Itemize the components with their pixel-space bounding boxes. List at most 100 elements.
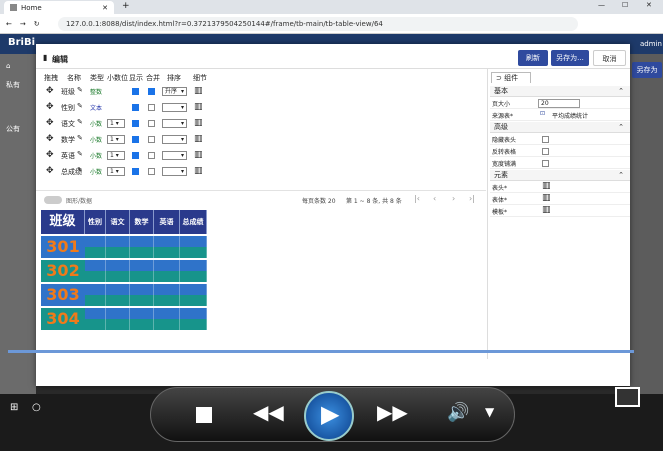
drag-handle-icon[interactable]: ✥ bbox=[46, 150, 54, 160]
drag-handle-icon[interactable]: ✥ bbox=[46, 118, 54, 128]
volume-icon[interactable]: 🔊 bbox=[447, 402, 469, 423]
merge-checkbox[interactable] bbox=[148, 168, 155, 175]
detail-icon[interactable]: ▥ bbox=[194, 166, 203, 176]
decimal-select[interactable]: 1 ▾ bbox=[107, 135, 125, 144]
option-checkbox[interactable] bbox=[542, 148, 549, 155]
field-name: 班级 bbox=[61, 88, 75, 96]
stop-button[interactable] bbox=[196, 407, 212, 423]
drag-handle-icon[interactable]: ✥ bbox=[46, 166, 54, 176]
chevron-down-icon[interactable]: ▼ bbox=[485, 405, 494, 419]
page-size-input[interactable]: 20 bbox=[538, 99, 580, 108]
merge-checkbox[interactable] bbox=[148, 136, 155, 143]
maximize-icon[interactable]: ☐ bbox=[622, 1, 628, 9]
sort-select[interactable]: ▾ bbox=[162, 135, 187, 144]
report-class-cell: 301 bbox=[41, 236, 85, 258]
panel-section-header[interactable]: 高级 ⌃ bbox=[490, 122, 630, 133]
edit-name-icon[interactable]: ✎ bbox=[77, 166, 83, 174]
last-page-icon[interactable]: ›| bbox=[469, 194, 475, 203]
panel-row: 表体* ▥ bbox=[490, 193, 630, 205]
search-icon[interactable]: ○ bbox=[32, 402, 41, 413]
report-data-cell bbox=[180, 284, 207, 295]
option-checkbox[interactable] bbox=[542, 136, 549, 143]
detail-icon[interactable]: ▥ bbox=[194, 150, 203, 160]
refresh-button[interactable]: 刷新 bbox=[518, 50, 548, 66]
edit-name-icon[interactable]: ✎ bbox=[77, 102, 83, 110]
cancel-button[interactable]: 取消 bbox=[593, 50, 626, 66]
detail-icon[interactable]: ▥ bbox=[194, 102, 203, 112]
sort-select[interactable]: ▾ bbox=[162, 103, 187, 112]
show-checkbox[interactable] bbox=[132, 168, 139, 175]
close-icon[interactable]: ✕ bbox=[102, 4, 108, 12]
merge-checkbox[interactable] bbox=[148, 152, 155, 159]
reload-icon[interactable]: ↻ bbox=[34, 20, 40, 28]
sort-select[interactable]: ▾ bbox=[162, 151, 187, 160]
decimal-select[interactable]: 1 ▾ bbox=[107, 167, 125, 176]
show-checkbox[interactable] bbox=[132, 120, 139, 127]
next-page-icon[interactable]: › bbox=[452, 194, 455, 203]
component-panel bbox=[487, 69, 488, 359]
detail-icon[interactable]: ▥ bbox=[194, 86, 203, 96]
edit-name-icon[interactable]: ✎ bbox=[77, 86, 83, 94]
drag-handle-icon[interactable]: ✥ bbox=[46, 134, 54, 144]
nav-public[interactable]: 公有 bbox=[6, 124, 20, 134]
decimal-select[interactable]: 1 ▾ bbox=[107, 119, 125, 128]
fullscreen-icon[interactable] bbox=[615, 387, 640, 407]
element-config-icon[interactable]: ▥ bbox=[542, 205, 551, 215]
nav-private[interactable]: 私有 bbox=[6, 80, 20, 90]
drag-handle-icon[interactable]: ✥ bbox=[46, 86, 54, 96]
url-field[interactable]: 127.0.0.1:8088/dist/index.html?r=0.37213… bbox=[58, 17, 578, 31]
report-data-cell bbox=[130, 295, 154, 306]
sort-select[interactable]: ▾ bbox=[162, 167, 187, 176]
panel-section-header[interactable]: 元素 ⌃ bbox=[490, 170, 630, 181]
minimize-icon[interactable]: — bbox=[598, 1, 605, 9]
source-table-icon[interactable]: ⊡ bbox=[540, 110, 545, 117]
option-checkbox[interactable] bbox=[542, 160, 549, 167]
show-checkbox[interactable] bbox=[132, 104, 139, 111]
first-page-icon[interactable]: |‹ bbox=[414, 194, 420, 203]
forward-button[interactable]: ▶▶ bbox=[377, 400, 408, 424]
save-as-button[interactable]: 另存为... bbox=[551, 50, 589, 66]
panel-section-header[interactable]: 基本 ⌃ bbox=[490, 86, 630, 97]
forward-icon[interactable]: → bbox=[20, 20, 26, 28]
report-data-cell bbox=[180, 319, 207, 330]
page-size[interactable]: 每页条数 20 bbox=[302, 196, 336, 205]
back-icon[interactable]: ← bbox=[6, 20, 12, 28]
merge-checkbox[interactable] bbox=[148, 104, 155, 111]
home-icon[interactable]: ⌂ bbox=[6, 62, 10, 70]
field-row: ✥ 总成绩 ✎ 小数 1 ▾ ▾ ▥ bbox=[44, 166, 224, 182]
browser-tab[interactable]: Home ✕ bbox=[4, 1, 114, 14]
rewind-button[interactable]: ◀◀ bbox=[253, 400, 284, 424]
edit-name-icon[interactable]: ✎ bbox=[77, 134, 83, 142]
field-row: ✥ 班级 ✎ 整数 升序 ▾ ▥ bbox=[44, 86, 224, 102]
source-table-name[interactable]: 平均成绩统计 bbox=[552, 111, 588, 120]
element-config-icon[interactable]: ▥ bbox=[542, 181, 551, 191]
component-tab[interactable]: ⊃ 组件 bbox=[491, 72, 531, 83]
detail-icon[interactable]: ▥ bbox=[194, 134, 203, 144]
save-as-app-button[interactable]: 另存为 bbox=[632, 62, 662, 78]
sort-select[interactable]: 升序 ▾ bbox=[162, 87, 187, 96]
show-checkbox[interactable] bbox=[132, 136, 139, 143]
report-class-cell: 304 bbox=[41, 308, 85, 330]
windows-icon[interactable]: ⊞ bbox=[10, 402, 18, 413]
decimal-select[interactable]: 1 ▾ bbox=[107, 151, 125, 160]
report-data-cell bbox=[180, 295, 207, 306]
play-icon: ▶ bbox=[321, 400, 340, 428]
report-data-cell bbox=[180, 260, 207, 271]
show-checkbox[interactable] bbox=[132, 152, 139, 159]
window-close-icon[interactable]: ✕ bbox=[646, 1, 652, 9]
sort-select[interactable]: ▾ bbox=[162, 119, 187, 128]
element-config-icon[interactable]: ▥ bbox=[542, 193, 551, 203]
detail-icon[interactable]: ▥ bbox=[194, 118, 203, 128]
edit-name-icon[interactable]: ✎ bbox=[77, 150, 83, 158]
user-name[interactable]: admin bbox=[640, 40, 662, 48]
new-tab-icon[interactable]: + bbox=[122, 1, 130, 11]
drag-handle-icon[interactable]: ✥ bbox=[46, 102, 54, 112]
edit-name-icon[interactable]: ✎ bbox=[77, 118, 83, 126]
merge-checkbox[interactable] bbox=[148, 120, 155, 127]
merge-checkbox[interactable] bbox=[148, 88, 155, 95]
progress-track[interactable] bbox=[8, 350, 634, 353]
chart-data-toggle[interactable] bbox=[44, 196, 62, 204]
show-checkbox[interactable] bbox=[132, 88, 139, 95]
report-data-cell bbox=[130, 236, 154, 247]
prev-page-icon[interactable]: ‹ bbox=[433, 194, 436, 203]
